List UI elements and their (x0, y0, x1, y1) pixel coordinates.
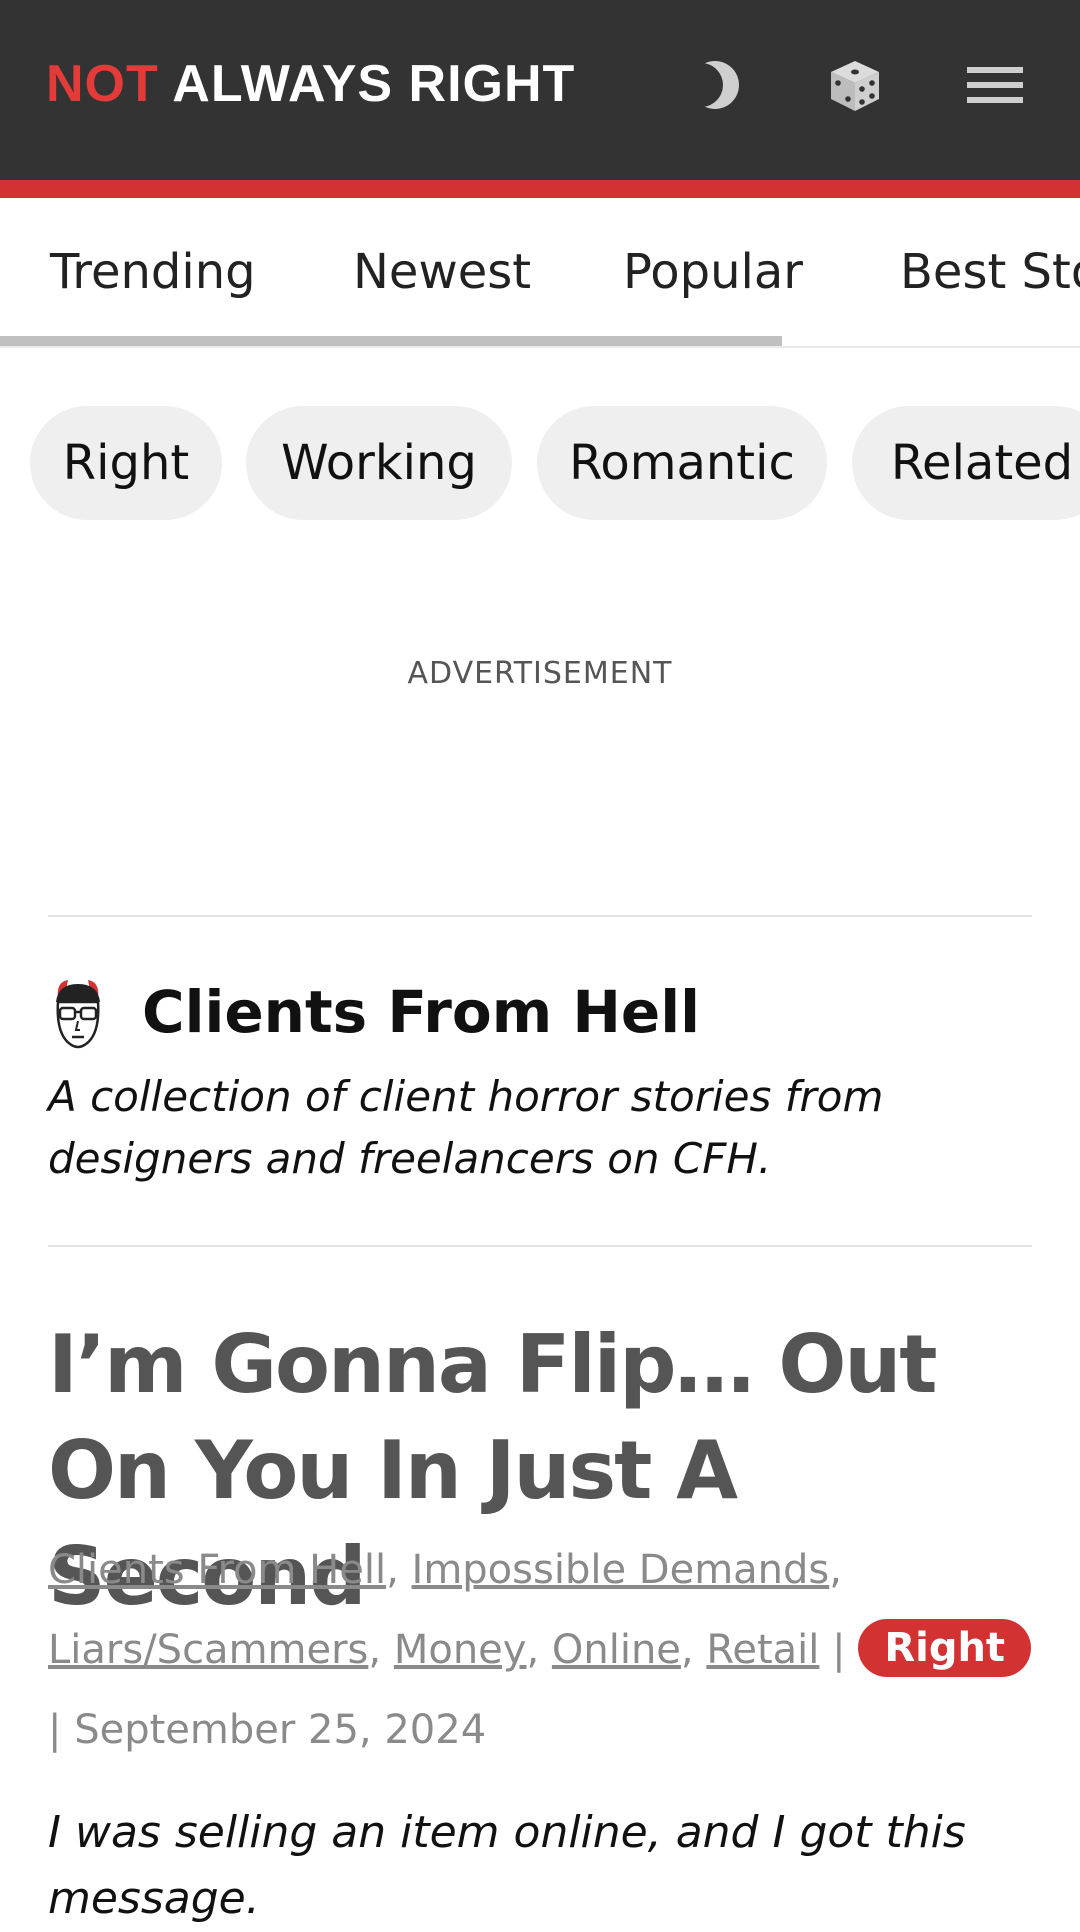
divider (48, 915, 1032, 917)
tag-link[interactable]: Money (394, 1627, 527, 1673)
tag-link[interactable]: Clients From Hell (48, 1547, 386, 1593)
meta-separator: | (48, 1707, 62, 1753)
menu-icon[interactable] (960, 50, 1030, 120)
chip-related[interactable]: Related (852, 406, 1080, 520)
site-logo[interactable]: NOT ALWAYS RIGHT (46, 54, 575, 114)
clients-from-hell-avatar (46, 976, 110, 1052)
divider (48, 1245, 1032, 1247)
tag-link[interactable]: Retail (706, 1627, 819, 1673)
site-header: NOT ALWAYS RIGHT (0, 0, 1080, 180)
right-badge[interactable]: Right (858, 1619, 1032, 1677)
tab-popular[interactable]: Popular (623, 244, 803, 300)
chip-working[interactable]: Working (246, 406, 512, 520)
advertisement-label: ADVERTISEMENT (407, 656, 673, 691)
tab-best-stories[interactable]: Best Sto (900, 244, 1080, 300)
meta-separator: | (832, 1627, 846, 1673)
moon-icon[interactable] (680, 50, 750, 120)
story-date: September 25, 2024 (74, 1707, 487, 1753)
tag-link[interactable]: Impossible Demands (412, 1547, 830, 1593)
tab-scroll-indicator (0, 336, 782, 346)
chip-romantic[interactable]: Romantic (537, 406, 827, 520)
category-title[interactable]: Clients From Hell (142, 978, 700, 1046)
header-accent-stripe (0, 180, 1080, 198)
logo-not: NOT (46, 55, 159, 113)
logo-always-right: ALWAYS RIGHT (172, 55, 576, 113)
chip-right[interactable]: Right (30, 406, 222, 520)
story-meta: Clients From Hell, Impossible Demands, L… (48, 1530, 1048, 1770)
tab-newest[interactable]: Newest (353, 244, 531, 300)
story-body: I was selling an item online, and I got … (48, 1807, 966, 1924)
tag-link[interactable]: Liars/Scammers (48, 1627, 368, 1673)
tab-trending[interactable]: Trending (50, 244, 256, 300)
tag-link[interactable]: Online (552, 1627, 681, 1673)
category-description: A collection of client horror stories fr… (48, 1072, 884, 1183)
category-chips: Right Working Romantic Related (0, 406, 1080, 522)
story-tabs: Trending Newest Popular Best Sto (0, 198, 1080, 348)
dice-icon[interactable] (820, 50, 890, 120)
